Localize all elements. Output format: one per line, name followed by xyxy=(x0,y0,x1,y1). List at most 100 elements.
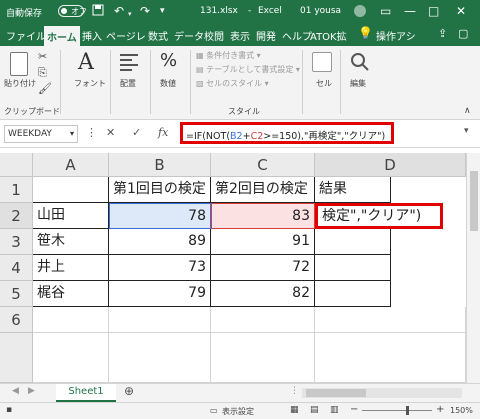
font-icon[interactable]: A xyxy=(78,50,94,75)
tab-formulas[interactable]: 数式 xyxy=(148,28,168,43)
column-header-d[interactable]: D xyxy=(315,153,466,177)
cell-b1[interactable]: 第1回目の検定 xyxy=(109,177,211,203)
cell-styles-button[interactable]: ▧ セルのスタイル ▾ xyxy=(196,78,269,89)
tab-help[interactable]: ヘルプ xyxy=(282,28,312,43)
percent-icon[interactable]: % xyxy=(160,50,177,71)
tab-developer[interactable]: 開発 xyxy=(256,28,276,43)
search-icon[interactable] xyxy=(350,52,370,72)
horizontal-scrollbar[interactable] xyxy=(302,388,462,398)
tab-page-layout[interactable]: ページレ xyxy=(106,28,146,43)
zoom-slider[interactable] xyxy=(362,406,432,415)
undo-dropdown-icon[interactable]: ▾ xyxy=(128,7,132,21)
next-sheet-icon[interactable]: ▶ xyxy=(28,386,35,396)
cell-c1[interactable]: 第2回目の検定 xyxy=(211,177,315,203)
cell-c3[interactable]: 91 xyxy=(211,229,315,255)
cell-d6[interactable] xyxy=(315,307,466,333)
add-sheet-icon[interactable]: ⊕ xyxy=(124,384,134,398)
cell-d1[interactable]: 結果 xyxy=(315,177,391,203)
column-header-b[interactable]: B xyxy=(109,153,211,177)
zoom-slider-thumb[interactable] xyxy=(406,406,409,415)
row-header[interactable]: 5 xyxy=(0,281,33,307)
tab-atok[interactable]: ATOK拡 xyxy=(310,28,347,43)
editing-button[interactable]: 編集 xyxy=(350,78,366,89)
paste-icon[interactable] xyxy=(10,52,28,76)
cell-b5[interactable]: 79 xyxy=(109,281,211,307)
cell-d3[interactable] xyxy=(315,229,391,255)
cell-b4[interactable]: 73 xyxy=(109,255,211,281)
tab-home[interactable]: ホーム xyxy=(44,26,80,46)
cell-b6[interactable] xyxy=(109,307,211,333)
cell-d2-editing[interactable]: 検定","クリア") xyxy=(315,203,443,229)
chevron-down-icon[interactable]: ▾ xyxy=(70,129,74,138)
save-icon[interactable] xyxy=(92,4,104,19)
column-header-a[interactable]: A xyxy=(33,153,109,177)
tab-review[interactable]: 校閲 xyxy=(204,28,224,43)
cell-c5[interactable]: 82 xyxy=(211,281,315,307)
vertical-scrollbar[interactable] xyxy=(466,153,480,383)
row-header[interactable]: 4 xyxy=(0,255,33,281)
cell-c4[interactable]: 72 xyxy=(211,255,315,281)
cells-button[interactable]: セル xyxy=(316,78,332,89)
cell-d4[interactable] xyxy=(315,255,391,281)
tab-view[interactable]: 表示 xyxy=(230,28,250,43)
column-header-c[interactable]: C xyxy=(211,153,315,177)
tell-me-search[interactable]: 操作アシ xyxy=(376,28,416,43)
scrollbar-thumb[interactable] xyxy=(306,389,366,397)
alignment-icon[interactable] xyxy=(120,52,138,72)
tab-data[interactable]: データ xyxy=(174,28,204,43)
tab-insert[interactable]: 挿入 xyxy=(82,28,102,43)
avatar[interactable] xyxy=(354,5,366,17)
cell-a3[interactable]: 笹木 xyxy=(33,229,109,255)
expand-formula-icon[interactable]: ▾ xyxy=(464,126,469,136)
sheet-tab-sheet1[interactable]: Sheet1 xyxy=(56,384,116,402)
lightbulb-icon[interactable]: 💡 xyxy=(358,26,373,40)
cut-icon[interactable]: ✂ xyxy=(38,50,47,63)
cell-d5[interactable] xyxy=(315,281,391,307)
customize-qat-icon[interactable]: ▾ xyxy=(160,4,165,18)
maximize-icon[interactable]: □ xyxy=(428,4,439,18)
enter-button[interactable]: ✓ xyxy=(132,126,141,139)
share-icon[interactable]: ⇪ xyxy=(438,27,447,40)
cell-a5[interactable]: 梶谷 xyxy=(33,281,109,307)
prev-sheet-icon[interactable]: ◀ xyxy=(12,386,19,396)
number-button[interactable]: 数値 xyxy=(160,78,176,89)
row-header[interactable]: 3 xyxy=(0,229,33,255)
row-header[interactable]: 2 xyxy=(0,203,33,229)
format-painter-icon[interactable]: 🖌 xyxy=(38,82,52,95)
tab-file[interactable]: ファイル xyxy=(6,28,46,43)
name-box[interactable]: WEEKDAY ▾ xyxy=(4,125,78,143)
select-all-corner[interactable] xyxy=(0,153,33,177)
zoom-in-icon[interactable]: + xyxy=(436,404,444,415)
cell-a1[interactable] xyxy=(33,177,109,203)
copy-icon[interactable]: ⎘ xyxy=(38,66,47,80)
page-layout-view-icon[interactable]: ▤ xyxy=(310,405,319,415)
ribbon-display-icon[interactable]: ▭ xyxy=(380,4,391,18)
row-header[interactable]: 6 xyxy=(0,307,33,333)
cell-c6[interactable] xyxy=(211,307,315,333)
alignment-button[interactable]: 配置 xyxy=(120,78,136,89)
formula-input[interactable]: =IF(NOT(B2+C2>=150),"再検定","クリア") xyxy=(180,122,394,144)
cell-c2[interactable]: 83 xyxy=(211,203,315,229)
font-button[interactable]: フォント xyxy=(74,78,106,89)
autosave-toggle[interactable]: オフ xyxy=(58,5,87,17)
cell-a4[interactable]: 井上 xyxy=(33,255,109,281)
insert-function-button[interactable]: fx xyxy=(158,126,168,139)
page-break-view-icon[interactable]: ▥ xyxy=(330,405,339,415)
cell-b3[interactable]: 89 xyxy=(109,229,211,255)
cancel-entry-button[interactable]: ✕ xyxy=(106,126,115,139)
scrollbar-thumb[interactable] xyxy=(470,171,478,231)
comment-icon[interactable]: ▢ xyxy=(458,27,468,40)
undo-icon[interactable]: ↶ xyxy=(114,4,124,18)
format-as-table-button[interactable]: ▤ テーブルとして書式設定 ▾ xyxy=(196,64,300,75)
normal-view-icon[interactable]: ▦ xyxy=(290,405,299,415)
collapse-ribbon-icon[interactable]: ∧ xyxy=(464,106,471,116)
cells-icon[interactable] xyxy=(312,52,332,72)
display-settings-button[interactable]: 表示設定 xyxy=(222,406,254,417)
cell-b2[interactable]: 78 xyxy=(109,203,211,229)
zoom-out-icon[interactable]: − xyxy=(350,404,358,415)
row-header[interactable]: 1 xyxy=(0,177,33,203)
zoom-level[interactable]: 150% xyxy=(450,406,473,415)
minimize-icon[interactable]: — xyxy=(404,4,416,18)
conditional-format-button[interactable]: ▦ 条件付き書式 ▾ xyxy=(196,50,261,61)
cell-a6[interactable] xyxy=(33,307,109,333)
